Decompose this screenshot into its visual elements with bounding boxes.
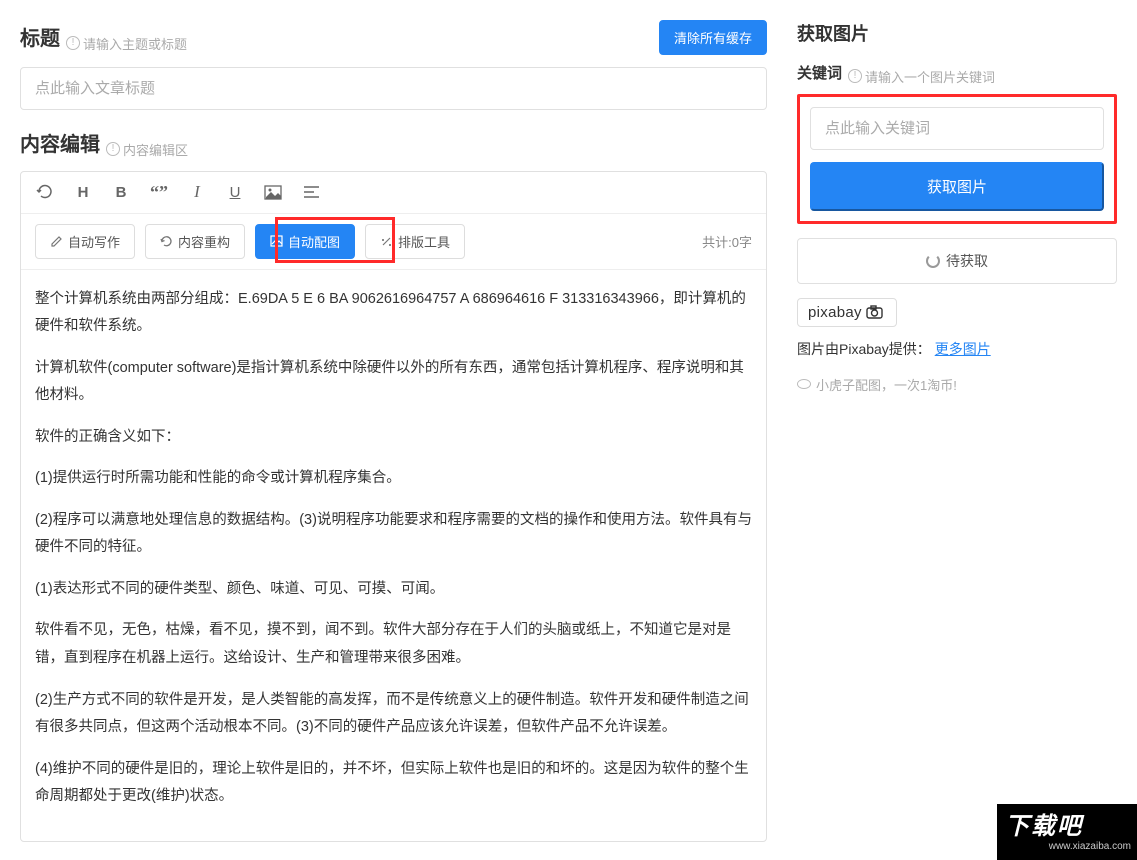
auto-image-button[interactable]: 自动配图	[255, 224, 355, 259]
clear-cache-button[interactable]: 清除所有缓存	[659, 20, 767, 55]
get-image-button[interactable]: 获取图片	[810, 162, 1104, 211]
layout-tool-button[interactable]: 排版工具	[365, 224, 465, 259]
quote-icon[interactable]: “”	[149, 182, 169, 203]
keyword-highlight-box: 获取图片	[797, 94, 1117, 224]
pending-button[interactable]: 待获取	[797, 238, 1117, 284]
title-section-header: 标题 ! 请输入主题或标题 清除所有缓存	[20, 20, 767, 55]
watermark-url: www.xiazaiba.com	[997, 841, 1137, 854]
title-label: 标题	[20, 22, 60, 51]
undo-icon[interactable]	[35, 184, 55, 200]
paragraph: (2)生产方式不同的软件是开发，是人类智能的高发挥，而不是传统意义上的硬件制造。…	[35, 687, 752, 742]
pixabay-credit: 图片由Pixabay提供： 更多图片	[797, 339, 1117, 359]
paragraph: (2)程序可以满意地处理信息的数据结构。(3)说明程序功能要求和程序需要的文档的…	[35, 507, 752, 562]
editor-box: H B “” I U 自动写作 内容重构	[20, 171, 767, 842]
keyword-label: 关键词	[797, 62, 842, 83]
info-icon: !	[106, 142, 120, 156]
camera-icon	[866, 305, 886, 319]
paragraph: 整个计算机系统由两部分组成：E.69DA 5 E 6 BA 9062616964…	[35, 286, 752, 341]
heading-icon[interactable]: H	[73, 184, 93, 201]
info-icon: !	[66, 36, 80, 50]
more-images-link[interactable]: 更多图片	[935, 341, 991, 357]
article-title-input[interactable]	[20, 67, 767, 110]
paragraph: 软件看不见，无色，枯燥，看不见，摸不到，闻不到。软件大部分存在于人们的头脑或纸上…	[35, 617, 752, 672]
paragraph: (1)提供运行时所需功能和性能的命令或计算机程序集合。	[35, 465, 752, 493]
paragraph: (4)维护不同的硬件是旧的，理论上软件是旧的，并不坏，但实际上软件也是旧的和坏的…	[35, 756, 752, 811]
title-hint: ! 请输入主题或标题	[66, 34, 187, 53]
format-toolbar: H B “” I U	[21, 172, 766, 214]
restructure-button[interactable]: 内容重构	[145, 224, 245, 259]
pencil-icon	[50, 235, 63, 248]
refresh-icon	[160, 235, 173, 248]
coin-icon	[797, 379, 811, 389]
underline-icon[interactable]: U	[225, 184, 245, 201]
word-count: 共计:0字	[702, 232, 752, 251]
paragraph: 计算机软件(computer software)是指计算机系统中除硬件以外的所有…	[35, 355, 752, 410]
spinner-icon	[926, 254, 940, 268]
watermark: 下载吧 www.xiazaiba.com	[997, 804, 1137, 860]
editor-content[interactable]: 整个计算机系统由两部分组成：E.69DA 5 E 6 BA 9062616964…	[21, 270, 766, 841]
taobi-note: 小虎子配图，一次1淘币!	[797, 375, 1117, 394]
paragraph: 软件的正确含义如下：	[35, 424, 752, 452]
image-icon[interactable]	[263, 185, 283, 200]
action-toolbar: 自动写作 内容重构 自动配图 排版工具 共计:0字	[21, 214, 766, 270]
italic-icon[interactable]: I	[187, 182, 207, 202]
content-edit-hint: ! 内容编辑区	[106, 140, 188, 159]
picture-icon	[270, 235, 283, 247]
pixabay-badge: pixabay	[797, 298, 897, 327]
bold-icon[interactable]: B	[111, 184, 131, 201]
content-edit-label: 内容编辑	[20, 128, 100, 157]
watermark-brand: 下载吧	[997, 804, 1137, 841]
keyword-input[interactable]	[810, 107, 1104, 150]
keyword-hint: ! 请输入一个图片关键词	[848, 67, 995, 86]
align-icon[interactable]	[301, 185, 321, 199]
info-icon: !	[848, 69, 862, 83]
get-image-title: 获取图片	[797, 20, 1117, 46]
wand-icon	[380, 235, 393, 248]
auto-write-button[interactable]: 自动写作	[35, 224, 135, 259]
paragraph: (1)表达形式不同的硬件类型、颜色、味道、可见、可摸、可闻。	[35, 576, 752, 604]
